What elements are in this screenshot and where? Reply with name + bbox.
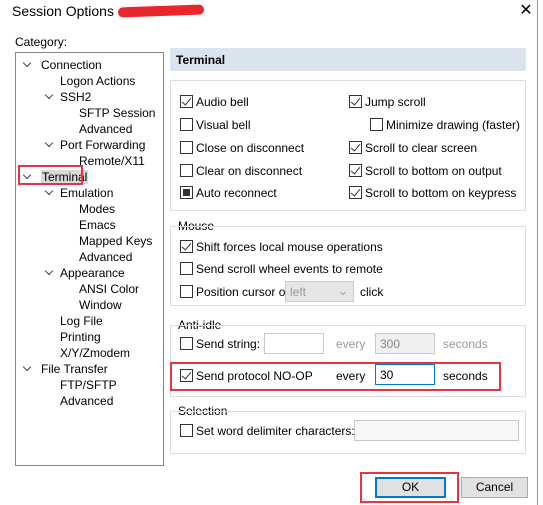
window-title: Session Options: [12, 3, 114, 19]
label: Visual bell: [196, 118, 251, 132]
tree-item[interactable]: Mapped Keys: [79, 234, 152, 248]
label: Scroll to clear screen: [365, 141, 478, 155]
highlight-noop: [170, 362, 501, 391]
chevron-down-icon[interactable]: [44, 186, 54, 196]
send-string-checkbox[interactable]: Send string:: [180, 337, 260, 351]
seconds-label: seconds: [443, 337, 488, 351]
terminal-checkbox[interactable]: Jump scroll: [349, 95, 426, 109]
tree-item[interactable]: Port Forwarding: [60, 138, 145, 152]
tree-item[interactable]: Advanced: [79, 250, 132, 264]
tree-item[interactable]: FTP/SFTP: [60, 378, 117, 392]
tree-item[interactable]: Window: [79, 298, 122, 312]
tree-item[interactable]: File Transfer: [41, 362, 108, 376]
tree-item[interactable]: Connection: [41, 58, 102, 72]
checkbox-box[interactable]: [180, 95, 193, 108]
tree-item[interactable]: Printing: [60, 330, 101, 344]
checkbox-box[interactable]: [349, 164, 362, 177]
label: Minimize drawing (faster): [386, 118, 521, 132]
tree-item[interactable]: Emulation: [60, 186, 113, 200]
select-value: left: [290, 285, 307, 299]
tree-item[interactable]: Remote/X11: [79, 154, 145, 168]
chevron-down-icon[interactable]: [44, 90, 54, 100]
scroll-wheel-checkbox[interactable]: Send scroll wheel events to remote: [180, 262, 383, 276]
checkbox-box[interactable]: [180, 186, 193, 199]
terminal-checkbox[interactable]: Audio bell: [180, 95, 249, 109]
tree-item[interactable]: Log File: [60, 314, 103, 328]
label: Scroll to bottom on keypress: [365, 186, 517, 200]
tree-item[interactable]: SSH2: [60, 90, 91, 104]
terminal-checkbox[interactable]: Auto reconnect: [180, 186, 277, 200]
terminal-checkbox[interactable]: Scroll to bottom on output: [349, 164, 502, 178]
chevron-down-icon[interactable]: [22, 362, 32, 372]
label: Audio bell: [196, 95, 249, 109]
tree-item[interactable]: X/Y/Zmodem: [60, 346, 130, 360]
label: Set word delimiter characters:: [196, 424, 355, 438]
highlight-ok: [360, 472, 459, 503]
tree-item[interactable]: ANSI Color: [79, 282, 139, 296]
chevron-down-icon[interactable]: [22, 58, 32, 68]
tree-item[interactable]: Logon Actions: [60, 74, 135, 88]
tree-item[interactable]: Advanced: [60, 394, 113, 408]
category-label: Category:: [15, 35, 68, 49]
terminal-checkbox[interactable]: Scroll to clear screen: [349, 141, 477, 155]
window-border: [537, 0, 538, 505]
close-icon[interactable]: ✕: [516, 0, 536, 20]
every-label: every: [336, 337, 366, 351]
cancel-button[interactable]: Cancel: [461, 477, 528, 498]
checkbox-box[interactable]: [349, 186, 362, 199]
shift-mouse-checkbox[interactable]: Shift forces local mouse operations: [180, 240, 383, 254]
checkbox-box[interactable]: [349, 95, 362, 108]
label: Auto reconnect: [196, 186, 277, 200]
highlight-terminal: [18, 165, 83, 185]
chevron-down-icon[interactable]: [44, 138, 54, 148]
position-cursor-select[interactable]: left ⌄: [285, 281, 354, 302]
category-tree[interactable]: Connection Logon Actions SSH2 SFTP Session A…: [15, 52, 164, 466]
word-delimiter-checkbox[interactable]: Set word delimiter characters:: [180, 424, 355, 438]
checkbox-box[interactable]: [180, 164, 193, 177]
tree-item[interactable]: SFTP Session: [79, 106, 155, 120]
string-interval-input[interactable]: 300: [375, 333, 435, 354]
checkbox-box[interactable]: [180, 118, 193, 131]
click-label: click: [360, 285, 384, 299]
terminal-checkbox[interactable]: Clear on disconnect: [180, 164, 302, 178]
terminal-checkbox[interactable]: Close on disconnect: [180, 141, 304, 155]
label: Close on disconnect: [196, 141, 305, 155]
label: Shift forces local mouse operations: [196, 240, 383, 254]
terminal-checkbox[interactable]: Minimize drawing (faster): [370, 118, 520, 132]
send-string-input[interactable]: [264, 333, 324, 354]
label: Jump scroll: [365, 95, 426, 109]
label: Position cursor on: [196, 285, 293, 299]
word-delimiter-input[interactable]: [354, 420, 519, 441]
tree-item[interactable]: Emacs: [79, 218, 116, 232]
terminal-checkbox[interactable]: Visual bell: [180, 118, 250, 132]
panel-title: Terminal: [170, 48, 526, 71]
tree-item[interactable]: Modes: [79, 202, 115, 216]
label: Send string:: [196, 337, 261, 351]
chevron-down-icon[interactable]: [44, 266, 54, 276]
redaction-scribble: [117, 4, 205, 18]
label: Scroll to bottom on output: [365, 164, 502, 178]
checkbox-box[interactable]: [180, 141, 193, 154]
chevron-down-icon: ⌄: [337, 284, 348, 298]
checkbox-box[interactable]: [349, 141, 362, 154]
tree-item[interactable]: Appearance: [60, 266, 125, 280]
tree-item[interactable]: Advanced: [79, 122, 132, 136]
label: Send scroll wheel events to remote: [196, 262, 383, 276]
label: Clear on disconnect: [196, 164, 303, 178]
checkbox-box[interactable]: [370, 118, 383, 131]
position-cursor-checkbox[interactable]: Position cursor on: [180, 285, 292, 299]
terminal-checkbox[interactable]: Scroll to bottom on keypress: [349, 186, 516, 200]
